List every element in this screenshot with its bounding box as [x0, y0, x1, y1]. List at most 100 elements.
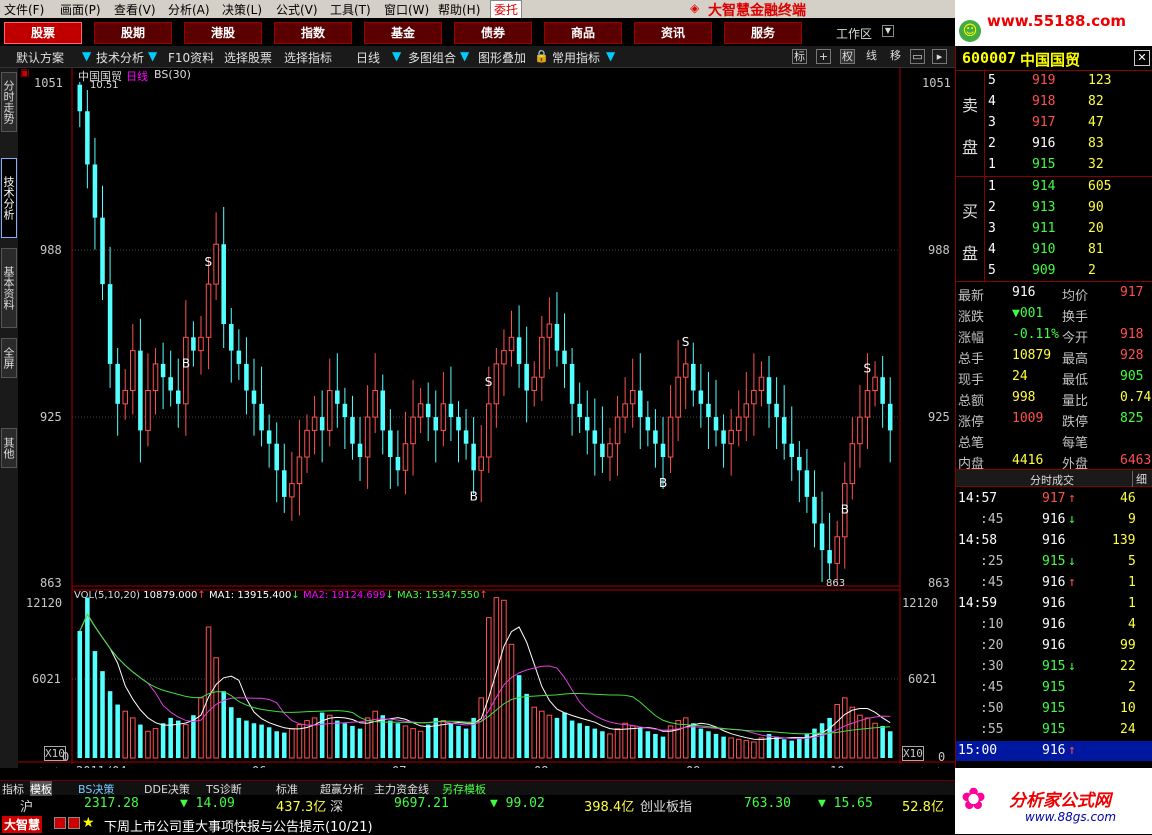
tab-standard[interactable]: 标准 [276, 781, 298, 797]
move-button[interactable]: 移 [888, 49, 903, 64]
candle [326, 390, 333, 431]
hide-panel-icon[interactable]: ▸ [932, 49, 947, 64]
cat-bond[interactable]: 债券 [454, 22, 532, 44]
candle [259, 403, 264, 431]
cat-news[interactable]: 资讯 [634, 22, 712, 44]
tab-main-fund[interactable]: 主力资金线 [374, 781, 429, 797]
tab-super-analysis[interactable]: 超赢分析 [320, 781, 364, 797]
tab-intraday[interactable]: 分时走势 [1, 72, 17, 132]
entrust-button[interactable]: 委托 [490, 0, 523, 19]
lock-icon[interactable]: 🔒 [534, 49, 549, 63]
sell-volume: 83 [1088, 136, 1104, 151]
period-dropdown-icon[interactable]: ▼ [392, 49, 401, 63]
candle [274, 443, 279, 471]
candle [130, 350, 136, 392]
tab-template[interactable]: 模板 [30, 781, 52, 797]
pick-indicator-button[interactable]: 选择指标 [284, 49, 332, 66]
menu-help[interactable]: 帮助(H) [438, 1, 480, 18]
common-indicator-select[interactable]: 常用指标 [552, 49, 600, 66]
cat-futures[interactable]: 股期 [94, 22, 172, 44]
workspace-dropdown-icon[interactable]: ▼ [882, 25, 894, 37]
ticks-header: 分时成交 细 [956, 469, 1152, 487]
vol-scale-left: X10 [44, 746, 66, 761]
news-ticker[interactable]: 下周上市公司重大事项快报与公告提示(10/21) [104, 816, 373, 835]
watermark-logo: ✿ 分析家公式网 www.88gs.com [955, 768, 1152, 834]
rights-button[interactable]: 权 [840, 49, 855, 64]
expand-icon[interactable]: ▣ [20, 68, 29, 79]
cat-fund[interactable]: 基金 [364, 22, 442, 44]
cat-index[interactable]: 指数 [274, 22, 352, 44]
stat-label: 最高 [1062, 352, 1089, 367]
candle [304, 429, 310, 458]
sell-volume: 32 [1088, 157, 1104, 172]
period-select[interactable]: 日线 [356, 49, 380, 66]
tick-volume: 24 [1120, 722, 1136, 737]
tick-second: :30 [980, 659, 1004, 674]
ticks-detail-button[interactable]: 细 [1132, 471, 1147, 487]
tab-bs-decision[interactable]: BS决策 [78, 781, 114, 797]
analysis-select[interactable]: 技术分析 [96, 49, 144, 66]
indicator-dropdown-icon[interactable]: ▼ [606, 49, 615, 63]
mark-button[interactable]: 标 [792, 49, 807, 64]
vol-legend: VOL(5,10,20) 10879.000↑ MA1: 13915.400↓ … [74, 590, 488, 601]
cy-amount: 52.8亿 [902, 800, 944, 815]
sell-level: 4 [988, 94, 996, 109]
candle [221, 244, 226, 325]
tab-fundamental[interactable]: 基本资料 [1, 248, 17, 328]
menu-window[interactable]: 窗口(W) [384, 1, 429, 18]
close-quote-icon[interactable]: ✕ [1134, 50, 1150, 66]
menu-formula[interactable]: 公式(V) [276, 1, 318, 18]
candle [266, 430, 272, 444]
tab-technical[interactable]: 技术分析 [1, 158, 17, 238]
quote-panel: 600007 中国国贸 ✕ 卖 盘 5 919 123 4 918 82 3 917 47 2 91… [955, 46, 1152, 768]
scheme-dropdown-icon[interactable]: ▼ [82, 49, 91, 63]
down-arrow-icon: ↓ [1068, 659, 1076, 674]
menu-screen[interactable]: 画面(P) [60, 1, 101, 18]
scheme-select[interactable]: 默认方案 [16, 49, 64, 66]
workspace-label[interactable]: 工作区 [836, 25, 872, 42]
volume-bar [887, 731, 893, 758]
tab-indicator[interactable]: 指标 [2, 781, 24, 797]
menu-tools[interactable]: 工具(T) [330, 1, 371, 18]
volume-bar [168, 717, 173, 758]
menu-file[interactable]: 文件(F) [4, 1, 44, 18]
tab-dde-decision[interactable]: DDE决策 [144, 781, 190, 797]
cat-service[interactable]: 服务 [724, 22, 802, 44]
pick-stock-button[interactable]: 选择股票 [224, 49, 272, 66]
buy-signal: B [659, 476, 667, 490]
candle [251, 390, 257, 404]
overlay-button[interactable]: 图形叠加 [478, 49, 526, 66]
panel-icon[interactable]: ▭ [910, 49, 925, 64]
volume-bar [872, 722, 878, 759]
crosshair-icon[interactable]: + [816, 49, 831, 64]
line-button[interactable]: 线 [864, 49, 879, 64]
cat-commodity[interactable]: 商品 [544, 22, 622, 44]
kline-chart[interactable]: S B S B S B S B [18, 68, 955, 768]
menu-analysis[interactable]: 分析(A) [168, 1, 210, 18]
quote-row: 涨幅 -0.11% 今开 918 [956, 325, 1152, 346]
tick-time: 14:57 [958, 491, 998, 506]
news-mail-icon[interactable] [54, 817, 66, 829]
multi-dropdown-icon[interactable]: ▼ [460, 49, 469, 63]
volume-bar [629, 725, 636, 759]
tab-fullscreen[interactable]: 全屏 [1, 338, 17, 378]
volume-bar [402, 725, 409, 759]
cat-hk[interactable]: 港股 [184, 22, 262, 44]
f10-button[interactable]: F10资料 [168, 49, 214, 66]
candle [388, 430, 393, 457]
analysis-dropdown-icon[interactable]: ▼ [148, 49, 157, 63]
tab-save-template[interactable]: 另存模板 [442, 781, 486, 797]
menu-decision[interactable]: 决策(L) [222, 1, 262, 18]
multi-chart-button[interactable]: 多图组合 [408, 49, 456, 66]
bottom-tabs: 指标 模板 BS决策 DDE决策 TS诊断 标准 超赢分析 主力资金线 另存模板 [0, 780, 955, 797]
candle [152, 363, 159, 392]
tab-other[interactable]: 其他 [1, 428, 17, 468]
cat-stocks[interactable]: 股票 [4, 22, 82, 44]
news-alert-icon[interactable] [68, 817, 80, 829]
buy-volume: 605 [1088, 179, 1112, 194]
candle [622, 403, 628, 418]
volume-bar [425, 724, 431, 758]
volume-bar [584, 725, 590, 758]
menu-view[interactable]: 查看(V) [114, 1, 156, 18]
tab-ts-diagnose[interactable]: TS诊断 [206, 781, 242, 797]
